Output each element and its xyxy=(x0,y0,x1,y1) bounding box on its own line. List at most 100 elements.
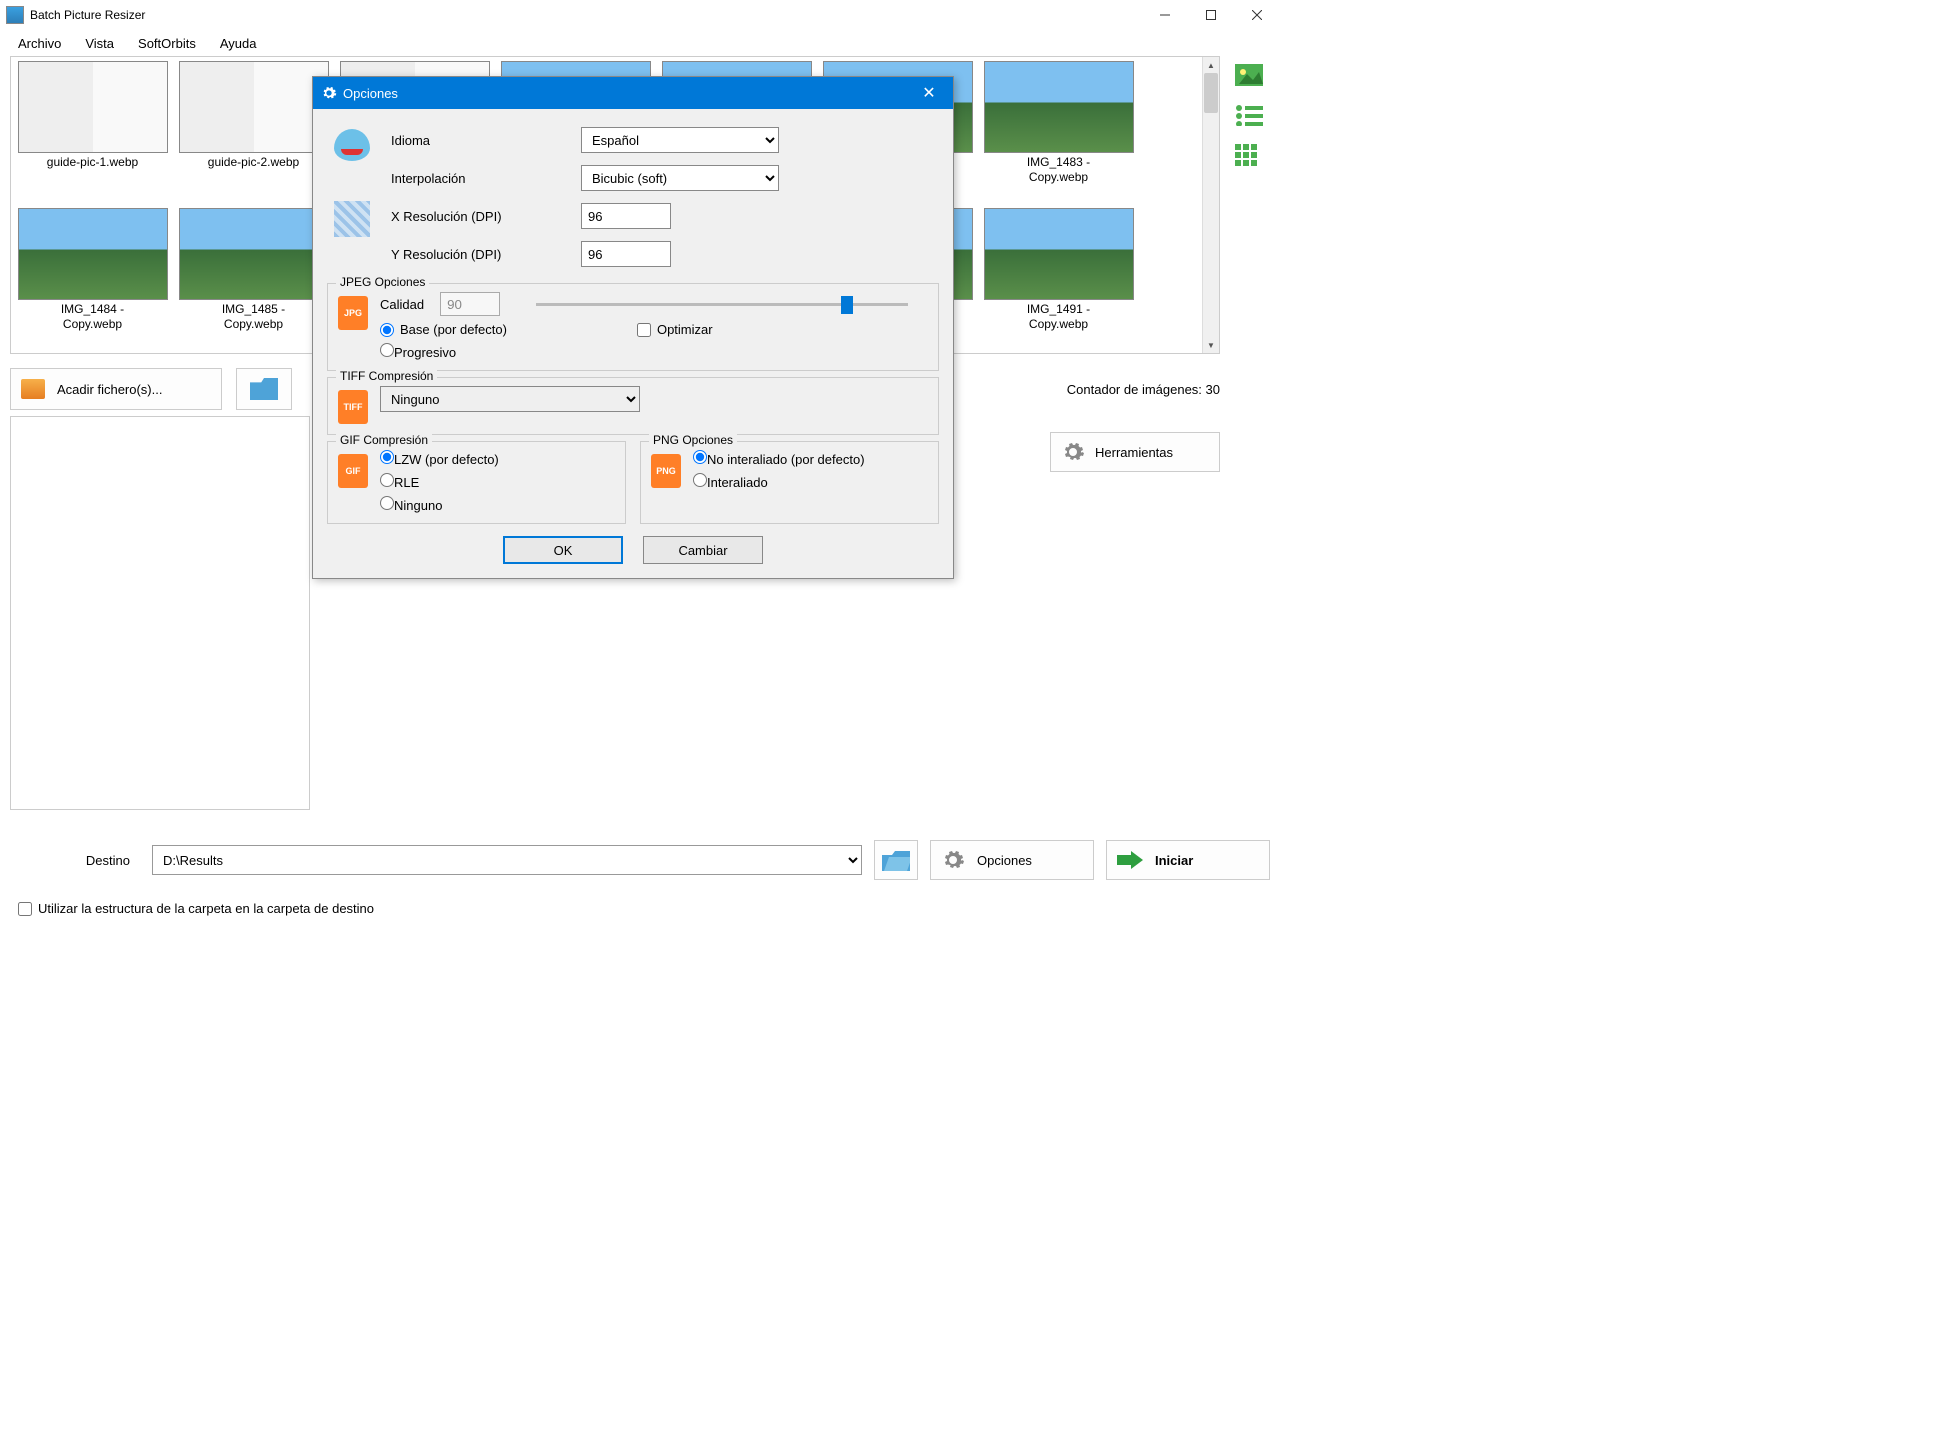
add-files-label: Acadir fichero(s)... xyxy=(57,382,162,397)
xres-label: X Resolución (DPI) xyxy=(391,209,561,224)
thumbnail-label: guide-pic-2.webp xyxy=(208,155,299,170)
quality-label: Calidad xyxy=(380,297,424,312)
yres-input[interactable] xyxy=(581,241,671,267)
jpeg-optimize-checkbox[interactable]: Optimizar xyxy=(637,322,713,337)
use-folder-structure-checkbox[interactable] xyxy=(18,902,32,916)
gif-group-label: GIF Compresión xyxy=(336,433,432,447)
options-button[interactable]: Opciones xyxy=(930,840,1094,880)
png-interlaced-radio[interactable]: Interaliado xyxy=(693,473,928,490)
tiff-compression-select[interactable]: Ninguno xyxy=(380,386,640,412)
thumbnail-image xyxy=(179,208,329,300)
thumbnail-image xyxy=(18,208,168,300)
interpolation-label: Interpolación xyxy=(391,171,561,186)
dialog-close-button[interactable]: ✕ xyxy=(913,83,945,103)
options-label: Opciones xyxy=(977,853,1032,868)
interpolation-icon xyxy=(334,201,370,237)
gear-icon xyxy=(1061,440,1085,464)
yres-label: Y Resolución (DPI) xyxy=(391,247,561,262)
list-view-icon[interactable] xyxy=(1235,104,1263,126)
app-title: Batch Picture Resizer xyxy=(30,8,1142,22)
gif-badge-icon: GIF xyxy=(338,454,368,488)
thumbnail-label: IMG_1484 - Copy.webp xyxy=(61,302,124,332)
thumbnail-item[interactable]: guide-pic-1.webp xyxy=(15,61,170,199)
menu-ayuda[interactable]: Ayuda xyxy=(210,33,267,54)
ok-button[interactable]: OK xyxy=(503,536,623,564)
maximize-button[interactable] xyxy=(1188,0,1234,30)
png-badge-icon: PNG xyxy=(651,454,681,488)
menu-softorbits[interactable]: SoftOrbits xyxy=(128,33,206,54)
png-group-label: PNG Opciones xyxy=(649,433,737,447)
thumbnail-scrollbar[interactable]: ▲ ▼ xyxy=(1202,57,1219,353)
thumbnail-item[interactable]: IMG_1483 - Copy.webp xyxy=(981,61,1136,199)
jpg-badge-icon: JPG xyxy=(338,296,368,330)
open-folder-icon xyxy=(882,849,910,871)
thumbnail-image xyxy=(179,61,329,153)
titlebar: Batch Picture Resizer xyxy=(0,0,1280,30)
thumbnail-image xyxy=(18,61,168,153)
thumbnail-item[interactable]: IMG_1485 - Copy.webp xyxy=(176,208,331,346)
change-button[interactable]: Cambiar xyxy=(643,536,763,564)
tiff-badge-icon: TIFF xyxy=(338,390,368,424)
jpeg-group-label: JPEG Opciones xyxy=(336,275,429,289)
thumbnail-image xyxy=(984,208,1134,300)
gif-lzw-radio[interactable]: LZW (por defecto) xyxy=(380,450,615,467)
menubar: Archivo Vista SoftOrbits Ayuda xyxy=(0,30,1280,56)
browse-folder-button[interactable] xyxy=(874,840,918,880)
use-folder-structure-label: Utilizar la estructura de la carpeta en … xyxy=(38,901,374,916)
language-select[interactable]: Español xyxy=(581,127,779,153)
language-label: Idioma xyxy=(391,133,561,148)
menu-vista[interactable]: Vista xyxy=(75,33,124,54)
thumbnail-item[interactable]: guide-pic-2.webp xyxy=(176,61,331,199)
gear-icon xyxy=(941,848,965,872)
destination-select[interactable]: D:\Results xyxy=(152,845,862,875)
gif-rle-radio[interactable]: RLE xyxy=(380,473,615,490)
png-noninterlaced-radio[interactable]: No interaliado (por defecto) xyxy=(693,450,928,467)
tiff-compression-group: TIFF Compresión TIFF Ninguno xyxy=(327,377,939,435)
minimize-button[interactable] xyxy=(1142,0,1188,30)
options-dialog: Opciones ✕ Idioma Español Interpolación … xyxy=(312,76,954,579)
thumbnail-item[interactable]: IMG_1484 - Copy.webp xyxy=(15,208,170,346)
gear-icon xyxy=(321,85,337,101)
gif-none-radio[interactable]: Ninguno xyxy=(380,496,615,513)
add-folder-button[interactable] xyxy=(236,368,292,410)
tools-label: Herramientas xyxy=(1095,445,1173,460)
quality-input[interactable] xyxy=(440,292,500,316)
language-icon xyxy=(334,129,370,161)
thumbnail-image xyxy=(984,61,1134,153)
view-mode-icons xyxy=(1228,56,1270,166)
scroll-handle[interactable] xyxy=(1204,73,1218,113)
image-counter: Contador de imágenes: 30 xyxy=(1067,382,1220,397)
jpeg-options-group: JPEG Opciones JPG Calidad Base (por defe… xyxy=(327,283,939,371)
close-button[interactable] xyxy=(1234,0,1280,30)
thumbnail-label: guide-pic-1.webp xyxy=(47,155,138,170)
thumbnail-label: IMG_1485 - Copy.webp xyxy=(222,302,285,332)
dialog-titlebar[interactable]: Opciones ✕ xyxy=(313,77,953,109)
tools-button[interactable]: Herramientas xyxy=(1050,432,1220,472)
thumbnail-label: IMG_1483 - Copy.webp xyxy=(1027,155,1090,185)
grid-view-icon[interactable] xyxy=(1235,144,1263,166)
start-label: Iniciar xyxy=(1155,853,1193,868)
quality-slider[interactable] xyxy=(536,294,908,314)
tiff-group-label: TIFF Compresión xyxy=(336,369,437,383)
thumbnail-item[interactable]: IMG_1491 - Copy.webp xyxy=(981,208,1136,346)
play-arrow-icon xyxy=(1117,851,1143,869)
destination-label: Destino xyxy=(10,853,140,868)
folder-icon xyxy=(250,378,278,400)
jpeg-base-radio[interactable]: Base (por defecto) xyxy=(380,322,507,337)
add-files-button[interactable]: Acadir fichero(s)... xyxy=(10,368,222,410)
dialog-title: Opciones xyxy=(343,86,913,101)
scroll-up-icon[interactable]: ▲ xyxy=(1203,57,1219,73)
thumbnail-label: IMG_1491 - Copy.webp xyxy=(1027,302,1090,332)
menu-archivo[interactable]: Archivo xyxy=(8,33,71,54)
xres-input[interactable] xyxy=(581,203,671,229)
interpolation-select[interactable]: Bicubic (soft) xyxy=(581,165,779,191)
scroll-down-icon[interactable]: ▼ xyxy=(1203,337,1219,353)
start-button[interactable]: Iniciar xyxy=(1106,840,1270,880)
left-panel xyxy=(10,416,310,810)
image-icon xyxy=(21,379,45,399)
gif-compression-group: GIF Compresión GIF LZW (por defecto) RLE… xyxy=(327,441,626,524)
thumbnails-view-icon[interactable] xyxy=(1235,64,1263,86)
app-icon xyxy=(6,6,24,24)
png-options-group: PNG Opciones PNG No interaliado (por def… xyxy=(640,441,939,524)
jpeg-progressive-radio[interactable]: Progresivo xyxy=(380,343,928,360)
